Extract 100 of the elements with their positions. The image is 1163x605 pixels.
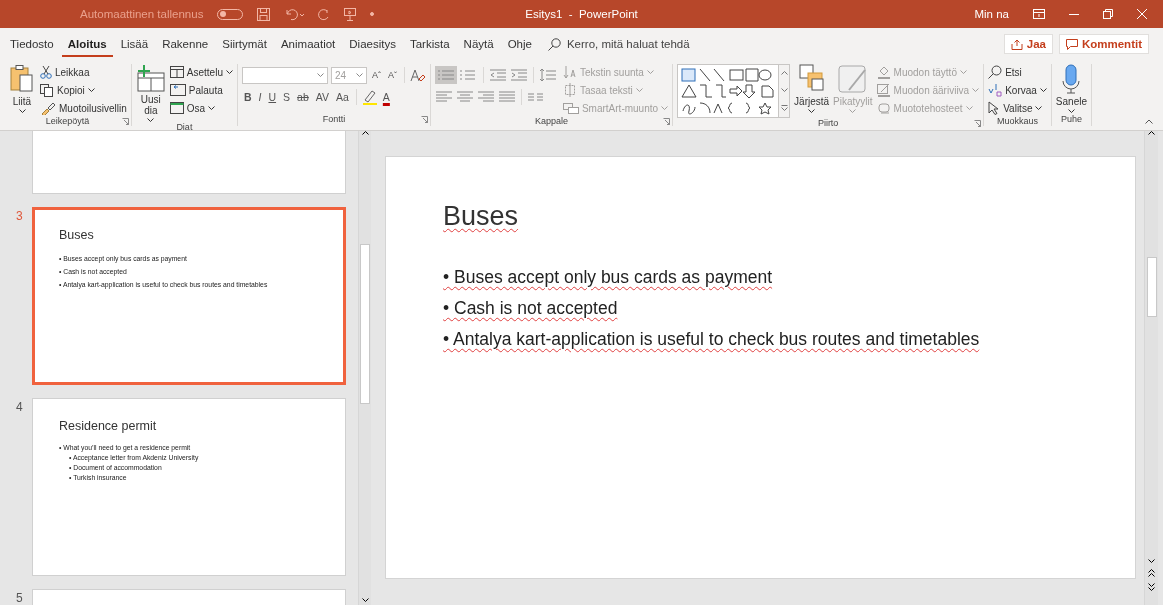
ribbon-button[interactable]: Valitse xyxy=(988,100,1047,116)
group-label: Fontti xyxy=(322,114,346,126)
user-name[interactable]: Min na xyxy=(974,8,1009,20)
dialog-launcher-icon[interactable] xyxy=(121,118,129,125)
slide-number: 3 xyxy=(16,209,23,223)
ribbon-tab[interactable]: Lisää xyxy=(114,31,155,57)
clear-formatting-icon[interactable] xyxy=(409,67,426,83)
presenter-icon[interactable] xyxy=(344,7,357,21)
caret-icon xyxy=(147,118,155,122)
format-button[interactable]: Aa xyxy=(334,91,351,103)
scrollbar-thumb[interactable] xyxy=(360,244,370,404)
ribbon-tab[interactable]: Siirtymät xyxy=(216,31,273,57)
dialog-launcher-icon[interactable] xyxy=(420,116,428,123)
ribbon-button[interactable]: Liitä xyxy=(8,64,36,113)
numbered-list-icon[interactable] xyxy=(459,68,478,82)
group-label: Muokkaus xyxy=(997,116,1039,126)
format-button[interactable]: U xyxy=(266,91,279,103)
format-button[interactable]: ab xyxy=(295,91,311,103)
format-button[interactable]: AV xyxy=(313,91,331,103)
maximize-icon[interactable] xyxy=(1103,9,1113,19)
caret-icon xyxy=(965,106,973,110)
collapse-ribbon-icon[interactable] xyxy=(1145,119,1153,124)
comments-button[interactable]: Kommentit xyxy=(1058,34,1149,54)
format-button[interactable]: I xyxy=(256,91,264,103)
gallery-scroll[interactable] xyxy=(779,64,791,118)
font-color-button[interactable]: A xyxy=(380,91,392,103)
slide-title[interactable]: Buses xyxy=(443,201,519,232)
ribbon-tab[interactable]: Tiedosto xyxy=(4,31,60,57)
dialog-launcher-icon[interactable] xyxy=(974,120,982,127)
close-icon[interactable] xyxy=(1137,9,1147,19)
ribbon-tab[interactable]: Rakenne xyxy=(156,31,215,57)
format-button[interactable]: Aˇ xyxy=(385,70,399,80)
autosave-label: Automaattinen tallennus xyxy=(80,8,204,20)
ribbon-display-icon[interactable] xyxy=(1033,9,1045,19)
scrollbar-thumb[interactable] xyxy=(1146,257,1157,317)
caret-icon xyxy=(972,88,980,92)
line-spacing-icon[interactable] xyxy=(538,68,557,82)
format-button[interactable]: B xyxy=(241,91,254,103)
redo-icon[interactable] xyxy=(318,7,331,21)
ribbon-tab[interactable]: Animaatiot xyxy=(274,31,342,57)
effects-icon xyxy=(876,101,891,115)
ribbon-tab[interactable]: Tarkista xyxy=(403,31,456,57)
ribbon-tab[interactable]: Ohje xyxy=(501,31,538,57)
microphone-icon xyxy=(1061,64,1082,94)
share-button[interactable]: Jaa xyxy=(1003,34,1053,54)
caret-icon xyxy=(646,70,654,74)
highlighter-icon[interactable] xyxy=(361,89,378,105)
scroll-up-icon xyxy=(1148,131,1155,135)
next-slide-icon[interactable] xyxy=(1148,583,1155,591)
search-icon xyxy=(988,65,1003,79)
scissors-icon xyxy=(40,65,52,79)
undo-icon[interactable] xyxy=(284,7,305,21)
ribbon-button[interactable]: Etsi xyxy=(988,64,1047,80)
ribbon-button[interactable]: Korvaa xyxy=(988,82,1047,98)
font-name-field[interactable] xyxy=(241,66,328,84)
format-button[interactable]: Aˆ xyxy=(369,70,383,80)
align-left-icon[interactable] xyxy=(434,90,453,104)
ribbon-button[interactable]: Uusi dia xyxy=(135,64,166,122)
ribbon-button[interactable]: Järjestä xyxy=(794,64,830,113)
decrease-indent-icon[interactable] xyxy=(488,68,507,82)
increase-indent-icon[interactable] xyxy=(509,68,528,82)
search-field[interactable]: Kerro, mitä haluat tehdä xyxy=(566,38,690,50)
caret-icon xyxy=(808,109,816,113)
bullet-text[interactable]: • Buses accept only bus cards as payment xyxy=(443,262,1135,293)
ribbon-button[interactable]: Osa xyxy=(169,100,233,116)
paste-icon xyxy=(10,64,34,94)
smartart-icon xyxy=(562,101,579,115)
align-right-icon[interactable] xyxy=(476,90,495,104)
dialog-launcher-icon[interactable] xyxy=(663,118,671,125)
ribbon-button[interactable]: Kopioi xyxy=(40,82,127,98)
section-icon xyxy=(169,102,184,114)
previous-slide-icon[interactable] xyxy=(1148,569,1155,577)
caret-icon xyxy=(225,70,233,74)
ribbon-button[interactable]: Asettelu xyxy=(169,64,233,80)
format-button[interactable]: S xyxy=(281,91,293,103)
slide-canvas[interactable]: Buses • Buses accept only bus cards as payment • Cash is not accepted • Antalya kart-application is useful to check bus routes and timetables xyxy=(385,156,1136,579)
bullet-text[interactable]: • Antalya kart-application is useful to check bus routes and timetables xyxy=(443,324,1135,355)
ribbon-tab[interactable]: Aloitus xyxy=(61,31,113,57)
scrollbar[interactable] xyxy=(358,131,371,605)
columns-icon[interactable] xyxy=(526,90,545,104)
group-label: Kappale xyxy=(535,116,569,126)
ribbon-button[interactable]: Palauta xyxy=(169,82,233,98)
new-slide-icon xyxy=(135,64,166,92)
caret-icon xyxy=(316,73,324,77)
bullet-text[interactable]: • Cash is not accepted xyxy=(443,293,1135,324)
scroll-down-icon xyxy=(780,88,788,92)
ribbon-tab[interactable]: Diaesitys xyxy=(343,31,402,57)
scroll-down-icon xyxy=(361,598,369,602)
align-center-icon[interactable] xyxy=(455,90,474,104)
group-label: Piirto xyxy=(817,118,839,128)
ribbon-button[interactable]: Sanele xyxy=(1055,64,1087,113)
ribbon-tab[interactable]: Näytä xyxy=(457,31,500,57)
justify-icon[interactable] xyxy=(497,90,516,104)
customize-icon[interactable] xyxy=(370,12,375,16)
save-icon[interactable] xyxy=(257,7,271,21)
scroll-down-icon xyxy=(1148,559,1155,563)
ribbon-button[interactable]: Muotoilusivellin xyxy=(40,100,127,116)
ribbon-button[interactable]: Leikkaa xyxy=(40,64,127,80)
share-icon xyxy=(1010,38,1023,50)
scrollbar[interactable] xyxy=(1144,131,1158,605)
